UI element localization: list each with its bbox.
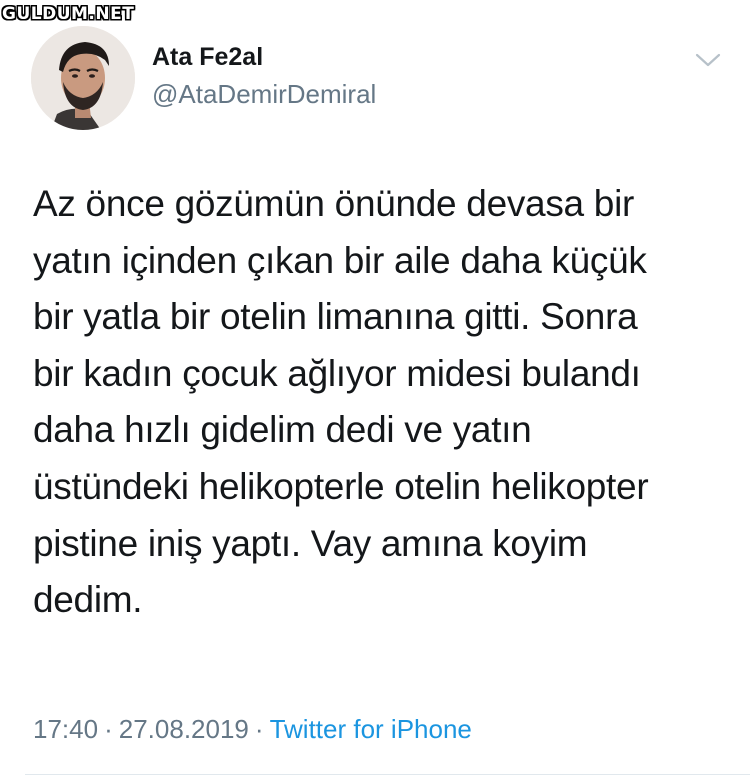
tweet-text: Az önce gözümün önünde devasa bir yatın … xyxy=(33,183,649,621)
user-handle[interactable]: @AtaDemirDemiral xyxy=(152,79,376,110)
chevron-down-icon[interactable] xyxy=(694,50,722,70)
user-name[interactable]: Ata Fe2al xyxy=(152,43,263,72)
tweet-time: 17:40 xyxy=(33,714,99,744)
avatar[interactable] xyxy=(31,26,135,130)
tweet-source-link[interactable]: Twitter for iPhone xyxy=(270,714,472,744)
divider xyxy=(25,774,750,775)
profile-photo-icon xyxy=(31,26,135,130)
meta-separator: · xyxy=(254,714,264,744)
tweet-meta: 17:40 · 27.08.2019 · Twitter for iPhone xyxy=(33,714,472,745)
tweet-date: 27.08.2019 xyxy=(118,714,249,744)
watermark-logo: GULDUM.NET xyxy=(2,4,135,24)
meta-separator: · xyxy=(104,714,113,744)
